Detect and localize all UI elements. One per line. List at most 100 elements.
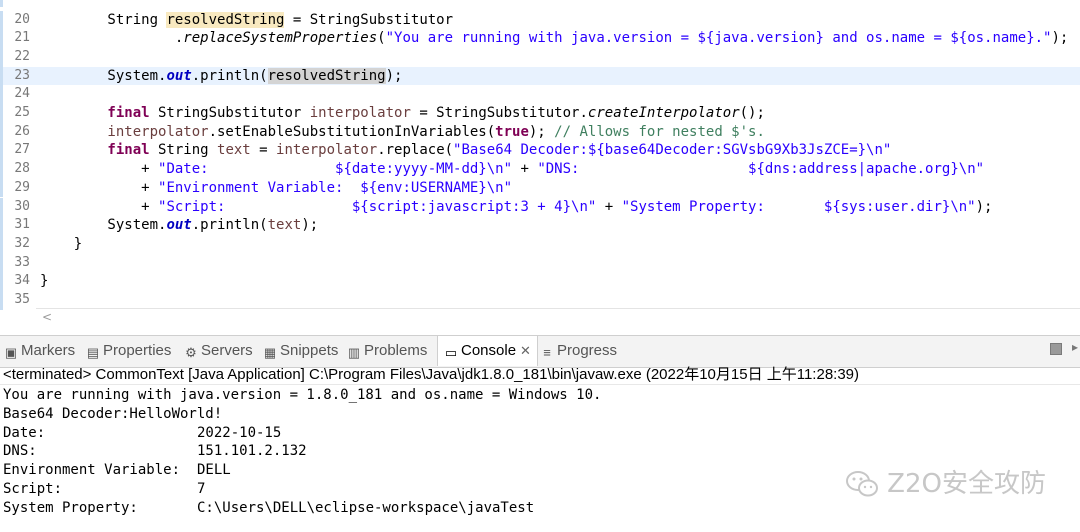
- gutter-marker: [0, 197, 3, 217]
- code-text[interactable]: + "Script: ${script:javascript:3 + 4}\n"…: [40, 198, 992, 217]
- tab-label: Properties: [103, 342, 172, 359]
- markers-icon: ▣: [4, 345, 18, 360]
- code-text[interactable]: final String text = interpolator.replace…: [40, 141, 891, 160]
- code-token: .println(: [191, 217, 268, 234]
- code-text[interactable]: System.out.println(resolvedString);: [40, 67, 402, 86]
- console-launch-header: <terminated> CommonText [Java Applicatio…: [0, 366, 1080, 385]
- line-number: 29: [14, 179, 30, 195]
- editor-line[interactable]: 26 interpolator.setEnableSubstitutionInV…: [0, 122, 1080, 142]
- code-token: out: [166, 217, 192, 234]
- editor-line[interactable]: 29 + "Environment Variable: ${env:USERNA…: [0, 178, 1080, 198]
- tab-label: Snippets: [280, 342, 339, 359]
- editor-line[interactable]: 25 final StringSubstitutor interpolator …: [0, 104, 1080, 123]
- code-token: final: [40, 142, 150, 159]
- code-token: "Base64 Decoder:${base64Decoder:SGVsbG9X…: [453, 142, 892, 159]
- gutter-marker: [0, 29, 3, 48]
- code-token: +: [512, 161, 538, 178]
- code-editor[interactable]: 19 20 String resolvedString = StringSubs…: [0, 0, 1080, 330]
- code-text[interactable]: String resolvedString = StringSubstituto…: [40, 11, 453, 30]
- editor-line[interactable]: 33: [0, 253, 1080, 273]
- line-number: 34: [14, 273, 30, 289]
- code-token: "Date: ${date:yyyy-MM-dd}\n": [158, 161, 513, 178]
- editor-line[interactable]: 23 System.out.println(resolvedString);: [0, 66, 1080, 86]
- close-icon[interactable]: ✕: [520, 343, 531, 358]
- gutter-marker: [0, 291, 3, 310]
- gutter-marker: [0, 47, 3, 67]
- gutter-marker: [0, 234, 3, 254]
- console-output-line: You are running with java.version = 1.8.…: [3, 386, 1080, 405]
- editor-line[interactable]: 28 + "Date: ${date:yyyy-MM-dd}\n" + "DNS…: [0, 160, 1080, 179]
- code-text[interactable]: interpolator.setEnableSubstitutionInVari…: [40, 123, 765, 142]
- line-number: 27: [14, 142, 30, 158]
- code-text[interactable]: final StringSubstitutor interpolator = S…: [40, 104, 765, 123]
- editor-line[interactable]: 21 .replaceSystemProperties("You are run…: [0, 29, 1080, 48]
- tab-markers[interactable]: ▣ Markers: [4, 342, 75, 362]
- code-token: );: [1051, 30, 1069, 47]
- code-token: final: [40, 105, 150, 121]
- code-token: resolvedString: [267, 67, 386, 84]
- code-text[interactable]: System.out.println(text);: [40, 216, 318, 235]
- code-text[interactable]: }: [40, 272, 48, 291]
- view-tab-bar: ▣ Markers ▤ Properties ⚙ Servers ▦ Snippets ▥ Pro…: [0, 335, 1080, 368]
- scroll-left-icon[interactable]: <: [42, 310, 52, 324]
- servers-icon: ⚙: [185, 345, 197, 360]
- code-text[interactable]: }: [40, 235, 82, 254]
- tab-console[interactable]: ▭ Console ✕: [437, 336, 538, 366]
- tab-label: Servers: [201, 342, 253, 359]
- editor-line[interactable]: 31 System.out.println(text);: [0, 216, 1080, 235]
- console-output-line: Date: 2022-10-15: [3, 424, 1080, 443]
- code-text[interactable]: + "Date: ${date:yyyy-MM-dd}\n" + "DNS: $…: [40, 160, 984, 179]
- console-output-line: Base64 Decoder:HelloWorld!: [3, 405, 1080, 424]
- line-number: 24: [14, 86, 30, 102]
- code-token: true: [495, 123, 529, 140]
- editor-line[interactable]: 24: [0, 85, 1080, 104]
- code-token: "Environment Variable: ${env:USERNAME}\n…: [158, 179, 513, 196]
- code-token: // Allows for nested $'s.: [554, 123, 765, 140]
- code-token: .: [40, 30, 184, 47]
- line-number: 32: [14, 235, 30, 251]
- code-token: );: [975, 198, 993, 215]
- output-label: Date:: [3, 424, 46, 441]
- code-token: = StringSubstitutor.: [410, 105, 588, 121]
- tab-properties[interactable]: ▤ Properties: [86, 342, 172, 362]
- code-token: = StringSubstitutor: [284, 11, 454, 28]
- line-number: 28: [14, 161, 30, 177]
- code-text[interactable]: + "Environment Variable: ${env:USERNAME}…: [40, 179, 512, 198]
- code-token: .println(: [191, 67, 268, 84]
- editor-line[interactable]: 34}: [0, 272, 1080, 291]
- tab-label: Markers: [21, 342, 76, 359]
- tab-snippets[interactable]: ▦ Snippets: [263, 342, 339, 362]
- output-label: System Property:: [3, 499, 138, 516]
- horizontal-scrollbar[interactable]: <: [36, 308, 1080, 329]
- minimize-view-icon[interactable]: [1050, 343, 1062, 355]
- code-token: +: [596, 198, 622, 215]
- tab-problems[interactable]: ▥ Problems: [347, 342, 428, 362]
- editor-line[interactable]: 30 + "Script: ${script:javascript:3 + 4}…: [0, 197, 1080, 217]
- console-output-line: DNS: 151.101.2.132: [3, 442, 1080, 461]
- code-token: "DNS: ${dns:address|apache.org}\n": [537, 161, 985, 178]
- properties-icon: ▤: [86, 345, 100, 360]
- editor-line-partial: 19: [0, 0, 1080, 7]
- wechat-logo-icon: [846, 471, 879, 497]
- code-token: "Script: ${script:javascript:3 + 4}\n": [158, 198, 597, 215]
- editor-line[interactable]: 22: [0, 47, 1080, 67]
- code-token: }: [40, 273, 49, 290]
- code-token: createInterpolator: [587, 105, 740, 121]
- output-value: 151.101.2.132: [197, 443, 307, 460]
- gutter-marker: [0, 216, 3, 235]
- tab-progress[interactable]: ≡ Progress: [540, 342, 617, 362]
- code-text[interactable]: .replaceSystemProperties("You are runnin…: [40, 29, 1068, 48]
- editor-line[interactable]: 20 String resolvedString = StringSubstit…: [0, 10, 1080, 30]
- editor-line[interactable]: 32 }: [0, 234, 1080, 254]
- chevron-right-icon[interactable]: ▸: [1072, 340, 1078, 354]
- code-token: =: [250, 142, 277, 159]
- editor-line[interactable]: 27 final String text = interpolator.repl…: [0, 141, 1080, 161]
- code-token: resolvedString: [166, 11, 285, 28]
- watermark: Z2O安全攻防: [845, 467, 1046, 501]
- output-label: Environment Variable:: [3, 462, 181, 479]
- tab-servers[interactable]: ⚙ Servers: [184, 342, 253, 362]
- gutter-marker: [0, 66, 3, 86]
- editor-line[interactable]: 35: [0, 291, 1080, 310]
- code-token: "You are running with java.version = ${j…: [385, 30, 1052, 47]
- watermark-text: Z2O安全攻防: [887, 469, 1046, 499]
